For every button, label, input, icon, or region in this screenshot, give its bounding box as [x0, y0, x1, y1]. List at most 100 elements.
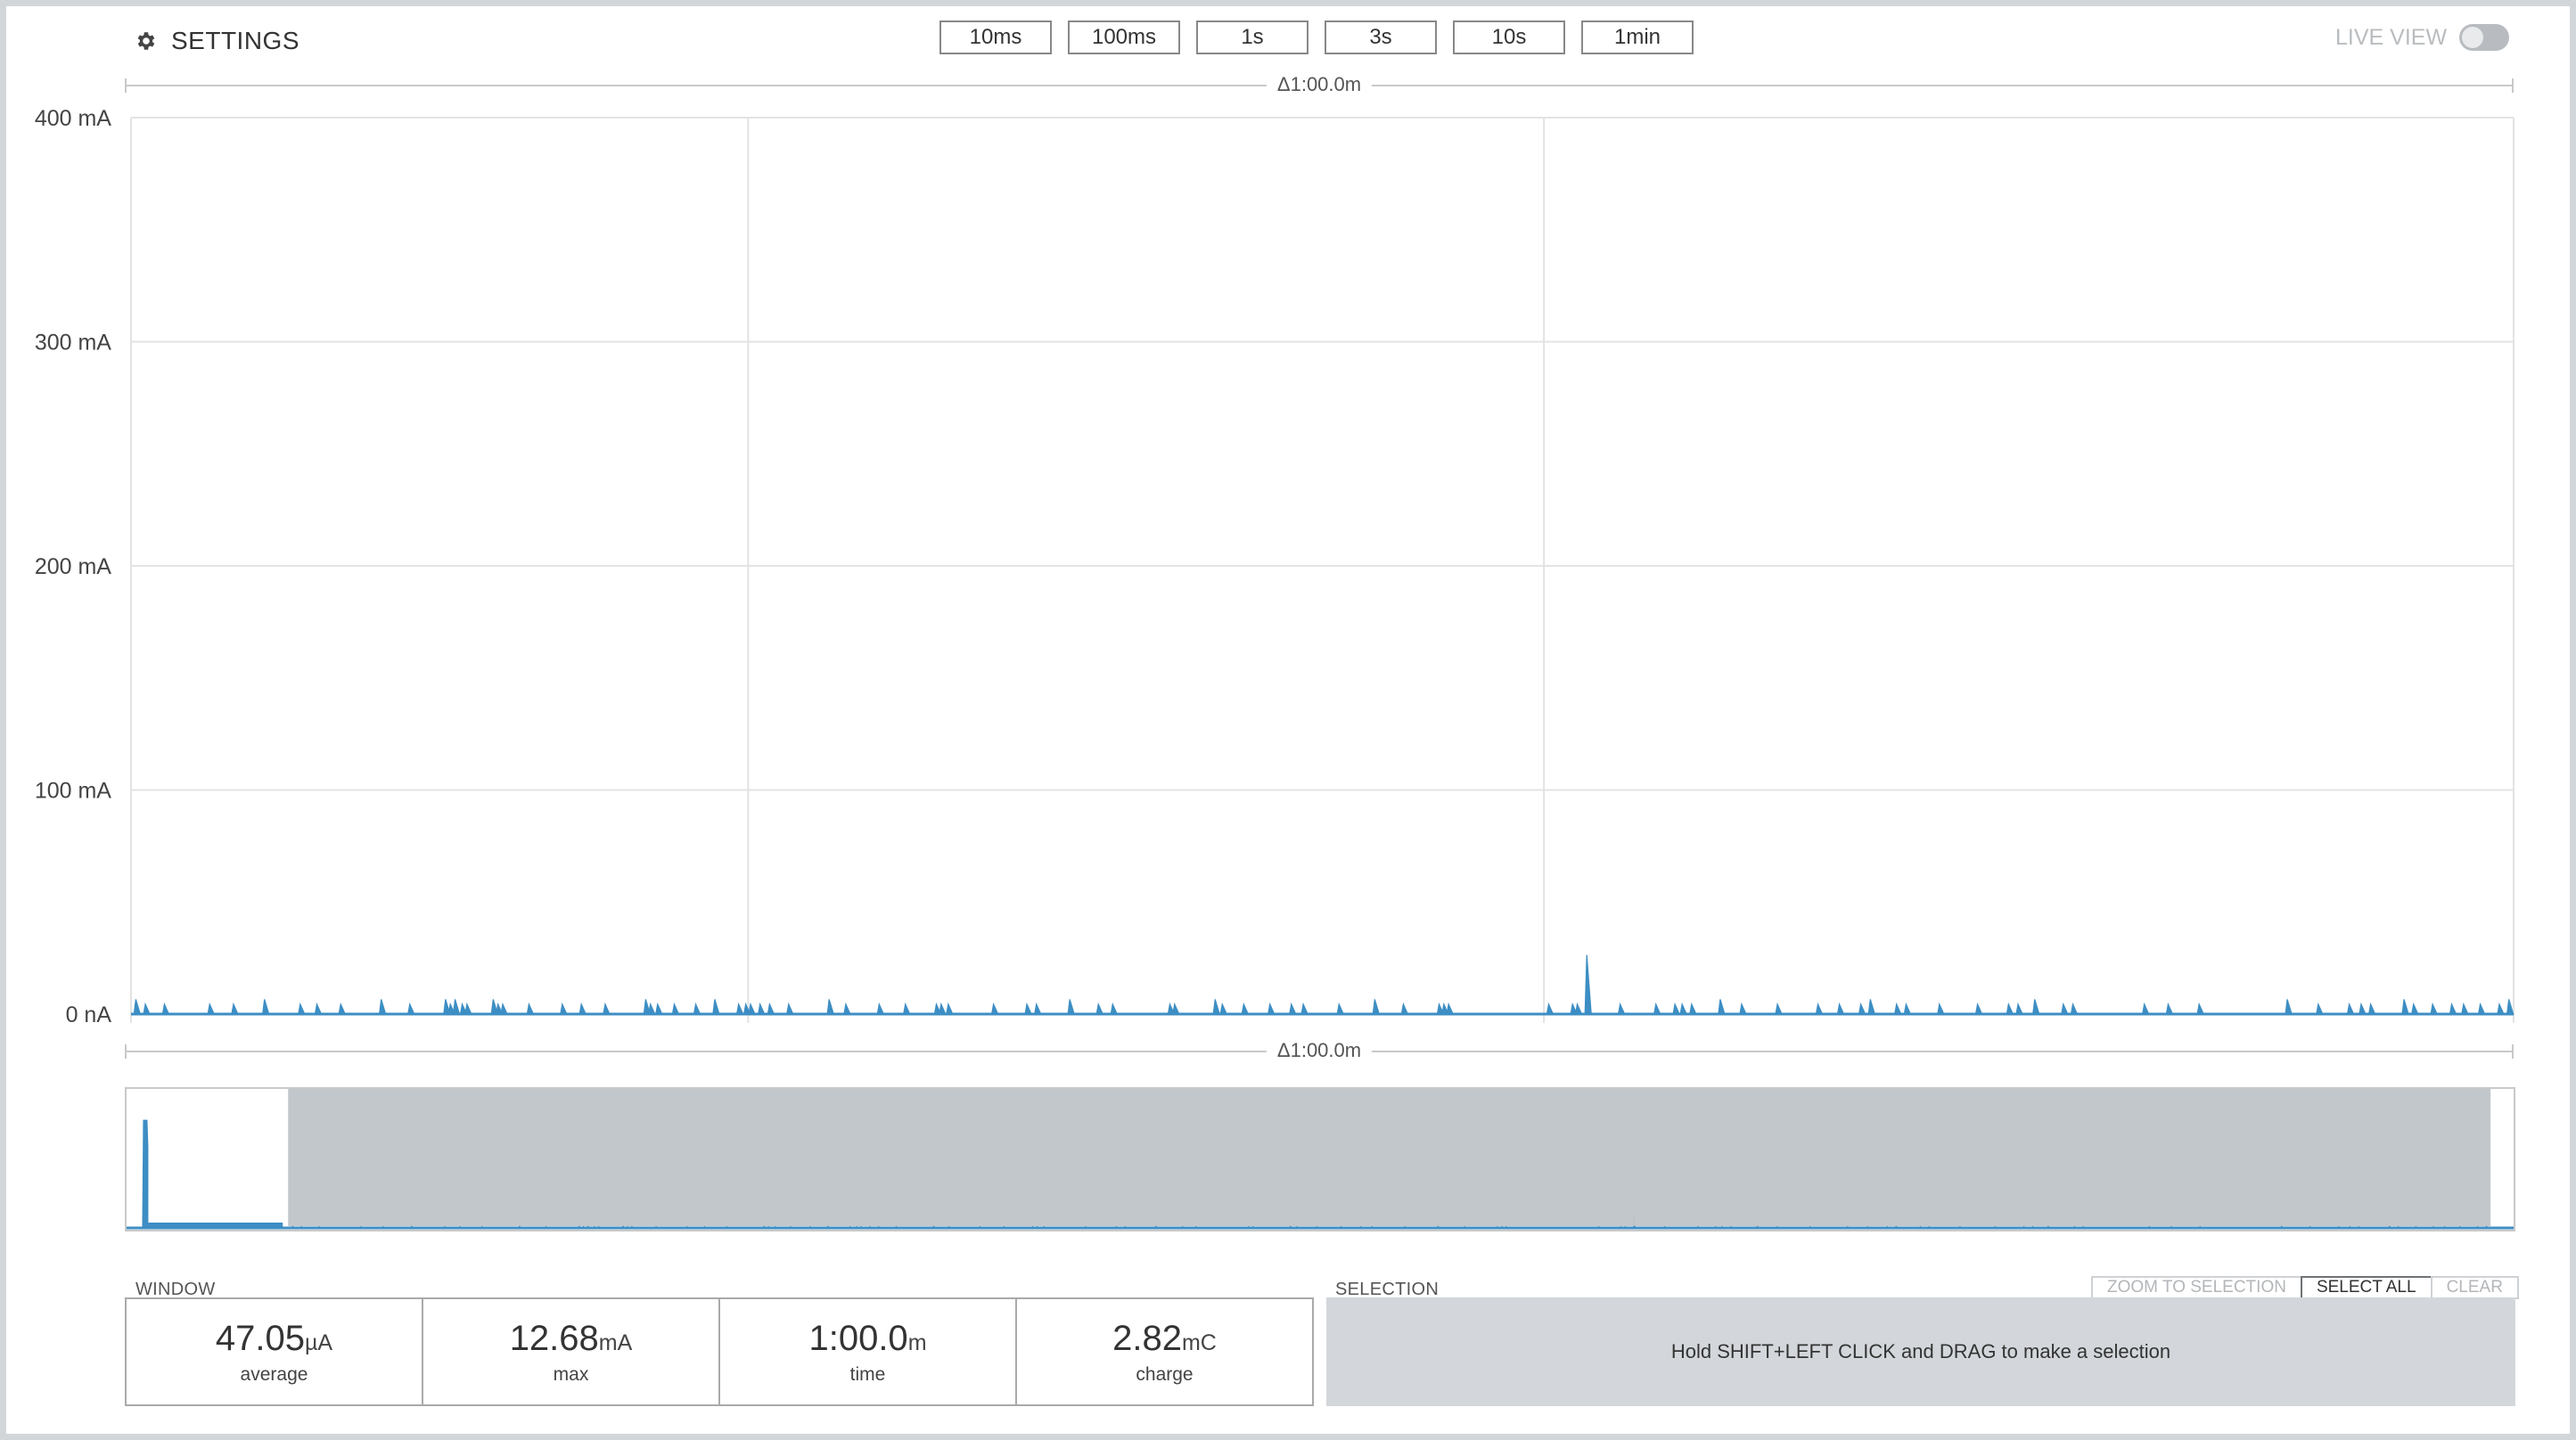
stat-average-value: 47.05: [215, 1318, 305, 1358]
current-spike: [2165, 1002, 2174, 1015]
stat-charge-value: 2.82: [1112, 1318, 1182, 1358]
current-spike: [2461, 1002, 2469, 1015]
current-spike: [946, 1002, 954, 1015]
selection-hint: Hold SHIFT+LEFT CLICK and DRAG to make a…: [1670, 1340, 2171, 1362]
current-spike: [2497, 1002, 2505, 1015]
stat-max: 12.68mA max: [423, 1299, 720, 1404]
current-spike: [1300, 1002, 1309, 1015]
current-spike: [231, 1002, 239, 1015]
current-spike: [1867, 999, 1876, 1015]
selection-button-group: ZOOM TO SELECTION SELECT ALL CLEAR: [2091, 1276, 2519, 1299]
current-spike: [2367, 1002, 2376, 1015]
window-stats: 47.05µA average 12.68mA max 1:00.0m time…: [125, 1297, 1314, 1406]
current-spike: [464, 1002, 472, 1015]
current-spike: [1815, 1002, 1824, 1015]
clear-selection-button[interactable]: CLEAR: [2430, 1276, 2519, 1299]
current-spike: [407, 1002, 415, 1015]
stat-time: 1:00.0m time: [720, 1299, 1017, 1404]
current-spike: [1034, 1002, 1042, 1015]
zoom-to-selection-button[interactable]: ZOOM TO SELECTION: [2091, 1276, 2302, 1299]
select-all-button[interactable]: SELECT ALL: [2300, 1276, 2432, 1299]
current-spike: [786, 1002, 794, 1015]
current-spike: [843, 1002, 851, 1015]
current-spike: [757, 1002, 766, 1015]
current-spike: [1110, 1002, 1119, 1015]
current-spike: [1172, 1002, 1180, 1015]
current-spike: [2449, 1002, 2457, 1015]
current-spike: [767, 1002, 775, 1015]
current-spike: [712, 999, 720, 1015]
current-spike: [1775, 1002, 1783, 1015]
current-spike: [1067, 999, 1075, 1015]
current-spike: [1858, 1002, 1866, 1015]
current-spike: [2015, 1002, 2023, 1015]
current-spike: [1672, 1002, 1681, 1015]
current-spike: [603, 1002, 611, 1015]
current-trace: [131, 954, 2514, 1016]
current-spike: [1267, 1002, 1276, 1015]
stat-average-unit: µA: [305, 1330, 333, 1355]
y-tick-label: 400 mA: [35, 106, 111, 131]
current-spike: [2506, 999, 2514, 1015]
stat-max-value: 12.68: [509, 1318, 599, 1358]
current-spike: [2430, 1002, 2439, 1015]
current-chart[interactable]: 400 mA 300 mA 200 mA 100 mA 0 nA: [0, 0, 2576, 1069]
current-spike: [1289, 1002, 1297, 1015]
current-spike: [1937, 1002, 1945, 1015]
current-spike: [1903, 1002, 1912, 1015]
current-spike: [452, 999, 461, 1015]
current-spike: [578, 1002, 587, 1015]
current-spike: [2316, 1002, 2324, 1015]
stat-charge-caption: charge: [1136, 1363, 1194, 1385]
current-spike: [1584, 954, 1592, 1015]
current-spike: [1024, 1002, 1032, 1015]
current-spike: [1718, 999, 1726, 1015]
current-spike: [2346, 1002, 2355, 1015]
current-spike: [1836, 1002, 1845, 1015]
current-spike: [1679, 1002, 1688, 1015]
stat-time-value: 1:00.0: [808, 1318, 908, 1358]
current-spike: [939, 1002, 947, 1015]
current-spike: [262, 999, 270, 1015]
current-spike: [207, 1002, 216, 1015]
overview-navigator[interactable]: [125, 1087, 2515, 1231]
current-spike: [1212, 999, 1221, 1015]
current-spike: [1546, 1002, 1555, 1015]
current-spike: [826, 999, 834, 1015]
current-spike: [2359, 1002, 2367, 1015]
current-spike: [1893, 1002, 1902, 1015]
current-spike: [1095, 1002, 1104, 1015]
current-spike: [2032, 999, 2040, 1015]
current-spike: [2070, 1002, 2079, 1015]
current-spike: [2401, 999, 2409, 1015]
current-spike: [735, 1002, 744, 1015]
current-spike: [647, 1002, 656, 1015]
current-spike: [655, 1002, 663, 1015]
current-spike: [2477, 1002, 2486, 1015]
y-tick-label: 100 mA: [35, 779, 111, 804]
current-spike: [1974, 1002, 1983, 1015]
y-tick-label: 300 mA: [35, 331, 111, 356]
y-axis-ticks: 400 mA 300 mA 200 mA 100 mA 0 nA: [35, 106, 111, 1027]
current-spike: [2141, 1002, 2150, 1015]
current-spike: [378, 999, 387, 1015]
current-spike: [298, 1002, 306, 1015]
current-spike: [1739, 1002, 1747, 1015]
stat-time-unit: m: [907, 1330, 927, 1355]
current-spike: [560, 1002, 568, 1015]
current-spike: [338, 1002, 347, 1015]
current-spike: [500, 1002, 508, 1015]
current-spike: [1219, 1002, 1228, 1015]
current-spike: [2196, 1002, 2205, 1015]
current-spike: [133, 999, 142, 1015]
overview-mask[interactable]: [288, 1089, 2491, 1226]
current-spike: [143, 1002, 151, 1015]
current-spike: [1241, 1002, 1250, 1015]
current-spike: [161, 1002, 170, 1015]
current-spike: [2006, 1002, 2014, 1015]
stat-max-caption: max: [553, 1363, 589, 1385]
current-spike: [1617, 1002, 1626, 1015]
current-spike: [1689, 1002, 1697, 1015]
current-spike: [1653, 1002, 1661, 1015]
stat-max-unit: mA: [598, 1330, 633, 1355]
